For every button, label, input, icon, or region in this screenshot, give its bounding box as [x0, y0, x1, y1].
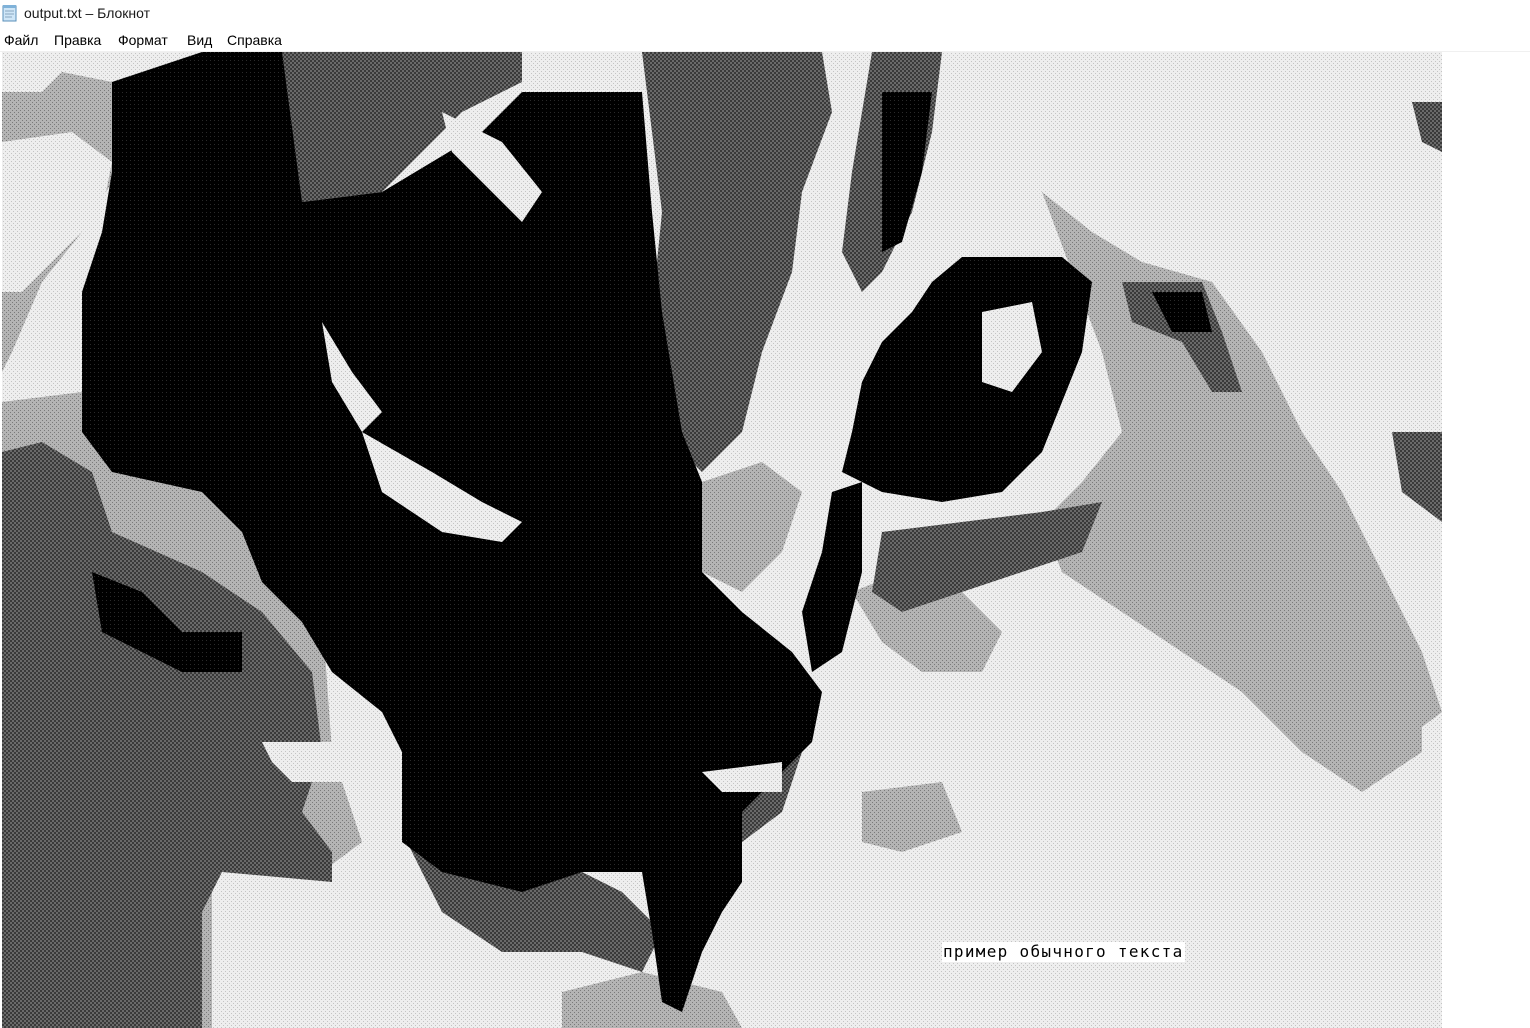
text-editor-area[interactable]: пример обычного текста [2, 52, 1530, 1028]
menu-format[interactable]: Формат [118, 32, 168, 48]
title-bar: output.txt – Блокнот [0, 0, 1530, 28]
notepad-icon [2, 5, 17, 22]
menu-help[interactable]: Справка [227, 32, 282, 48]
menu-view[interactable]: Вид [187, 32, 212, 48]
menu-file[interactable]: Файл [4, 32, 38, 48]
ascii-shades [2, 52, 1442, 1028]
window-title: output.txt – Блокнот [24, 5, 151, 21]
ascii-art-cat [2, 52, 1442, 1028]
menu-edit[interactable]: Правка [54, 32, 101, 48]
menu-bar: Файл Правка Формат Вид Справка [0, 28, 1530, 52]
plain-text-line: пример обычного текста [942, 942, 1185, 962]
